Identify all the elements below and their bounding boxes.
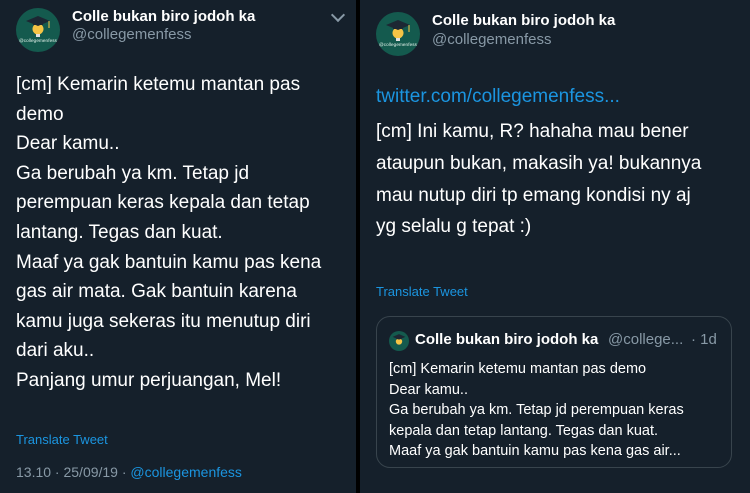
quoted-tweet-text: [cm] Kemarin ketemu mantan pas demo Dear… (389, 359, 684, 462)
quoted-avatar (389, 331, 409, 351)
tweet-text: [cm] Ini kamu, R? hahaha mau bener ataup… (376, 116, 701, 243)
tweet-timestamp: 13.10 · 25/09/19 · @collegemenfess (16, 464, 242, 480)
tweet-line: mau nutup diri tp emang kondisi ny aj (376, 184, 691, 206)
quoted-line: Maaf ya gak bantuin kamu pas kena gas ai… (389, 443, 681, 460)
tweet-line: [cm] Kemarin ketemu mantan pas (16, 74, 301, 95)
display-name[interactable]: Colle bukan biro jodoh ka (432, 12, 615, 29)
profile-avatar[interactable]: @collegemenfess (16, 8, 60, 52)
tweet-line: kamu juga sekeras itu menutup diri (16, 310, 311, 332)
tweet-url-link[interactable]: twitter.com/collegemenfess... (376, 86, 620, 108)
tweet-line: dari aku.. (16, 340, 95, 362)
via-mention-link[interactable]: @collegemenfess (130, 464, 242, 480)
graduation-cap-lightbulb-icon (26, 16, 50, 37)
tweet-line: perempuan keras kepala dan tetap (16, 192, 310, 214)
tweet-line: Dear kamu.. (16, 133, 120, 155)
right-tweet-panel: @collegemenfess Colle bukan biro jodoh k… (360, 0, 750, 493)
chevron-down-icon[interactable] (330, 7, 346, 23)
graduation-cap-lightbulb-icon (392, 334, 406, 345)
quoted-line: [cm] Kemarin ketemu mantan pas demo (389, 361, 647, 377)
tweet-line: yg selalu g tepat :) (376, 216, 532, 238)
profile-avatar[interactable]: @collegemenfess (376, 12, 420, 56)
tweet-line: Ga berubah ya km. Tetap jd (16, 162, 250, 184)
quoted-handle: @college... (608, 331, 684, 348)
quoted-line: kepala dan tetap lantang. Tegas dan kuat… (389, 422, 659, 439)
avatar-caption: @collegemenfess (378, 42, 418, 47)
timestamp-text: 13.10 · 25/09/19 · (16, 464, 131, 480)
graduation-cap-lightbulb-icon (386, 20, 410, 41)
tweet-line: demo (16, 103, 64, 125)
translate-tweet-link[interactable]: Translate Tweet (16, 432, 108, 447)
display-name[interactable]: Colle bukan biro jodoh ka (72, 8, 255, 25)
tweet-line: ataupun bukan, makasih ya! bukannya (376, 152, 702, 174)
quoted-time: · 1d (691, 331, 717, 348)
tweet-text: [cm] Kemarin ketemu mantan pas demo Dear… (16, 70, 321, 396)
user-handle[interactable]: @collegemenfess (72, 26, 191, 43)
tweet-line: lantang. Tegas dan kuat. (16, 221, 223, 243)
tweet-line: Maaf ya gak bantuin kamu pas kena (16, 251, 322, 273)
tweet-line: gas air mata. Gak bantuin karena (16, 281, 297, 303)
avatar-caption: @collegemenfess (18, 38, 58, 43)
tweet-line: Panjang umur perjuangan, Mel! (16, 369, 282, 391)
quoted-tweet-card[interactable]: Colle bukan biro jodoh ka @college... · … (376, 316, 732, 468)
quoted-line: Dear kamu.. (389, 381, 468, 398)
translate-tweet-link[interactable]: Translate Tweet (376, 284, 468, 299)
quoted-line: Ga berubah ya km. Tetap jd perempuan ker… (389, 402, 684, 419)
quoted-display-name: Colle bukan biro jodoh ka (415, 331, 599, 348)
tweet-line: [cm] Ini kamu, R? hahaha mau bener (376, 121, 689, 142)
user-handle[interactable]: @collegemenfess (432, 31, 551, 48)
left-tweet-panel: @collegemenfess Colle bukan biro jodoh k… (0, 0, 356, 493)
